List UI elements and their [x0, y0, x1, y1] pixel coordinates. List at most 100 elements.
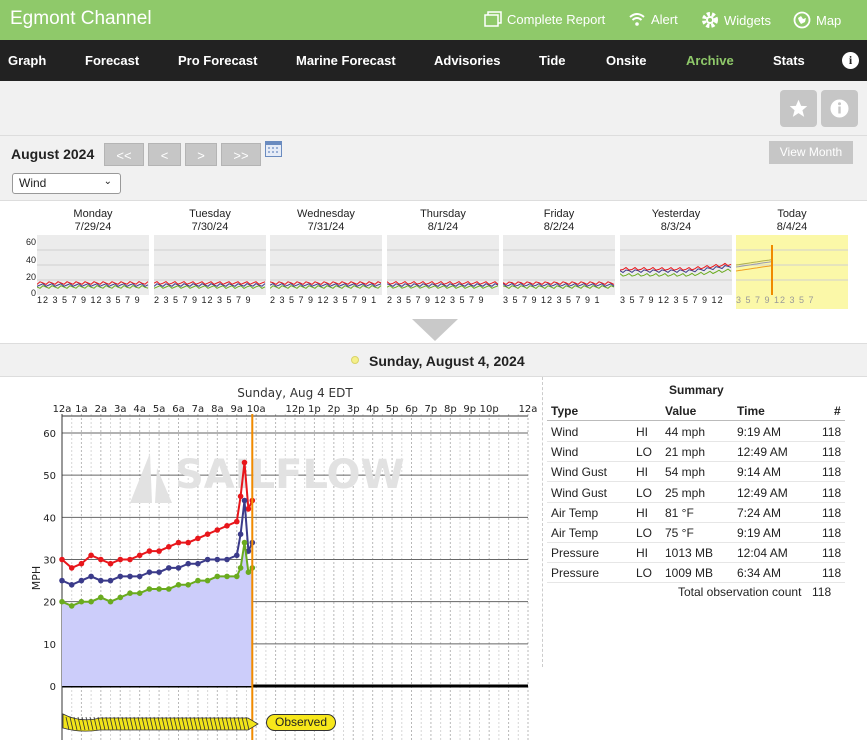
summary-cell-type: Wind — [551, 445, 579, 460]
nav-item-marine-forecast[interactable]: Marine Forecast — [296, 53, 396, 68]
selected-date: Sunday, August 4, 2024 — [369, 353, 525, 369]
summary-cell-hl: HI — [636, 425, 648, 439]
mini-y-tick: 40 — [26, 255, 37, 265]
data-point — [127, 590, 133, 596]
favorite-button[interactable] — [780, 90, 817, 127]
nav-info-icon[interactable]: i — [842, 52, 859, 69]
day-label-7[interactable]: Today 8/4/24 — [736, 208, 848, 234]
summary-cell-hl: HI — [636, 465, 648, 480]
prev-day-button[interactable]: < — [148, 143, 181, 166]
data-point — [156, 548, 162, 554]
data-point — [204, 531, 211, 537]
complete-report-link[interactable]: Complete Report — [484, 11, 605, 27]
summary-cell-value: 44 mph — [665, 425, 706, 439]
data-point — [234, 573, 240, 580]
data-point — [204, 577, 211, 584]
summary-cell-time: 7:24 AM — [737, 505, 782, 520]
summary-row: Wind HI 44 mph 9:19 AM 118 — [547, 422, 845, 442]
day-mini-chart[interactable] — [502, 235, 615, 295]
day-name: Monday — [73, 208, 113, 220]
day-mini-chart[interactable] — [269, 235, 382, 295]
x-tick-label: 12a — [53, 404, 72, 415]
info-button[interactable] — [821, 90, 858, 127]
nav-item-stats[interactable]: Stats — [773, 53, 805, 68]
data-point — [175, 582, 182, 588]
x-tick-label: 7p — [425, 404, 438, 415]
data-point — [166, 586, 172, 592]
day-label-1[interactable]: Monday 7/29/24 — [37, 208, 149, 234]
data-point — [117, 594, 124, 601]
x-tick-label: 5a — [153, 404, 166, 415]
summary-cell-time: 12:49 AM — [737, 445, 788, 460]
data-point — [78, 560, 85, 567]
day-date: 8/2/24 — [543, 221, 575, 233]
nav-item-pro-forecast[interactable]: Pro Forecast — [178, 53, 257, 68]
nav-item-graph[interactable]: Graph — [8, 53, 46, 68]
data-point — [59, 598, 65, 605]
day-hour-ticks: 3 5 7 9 12 3 5 7 — [736, 295, 848, 309]
x-tick-label: 6a — [172, 404, 185, 415]
data-point — [68, 603, 75, 609]
data-point — [98, 577, 104, 584]
variable-select-value: Wind — [19, 176, 47, 190]
day-label-5[interactable]: Friday 8/2/24 — [503, 208, 615, 234]
data-point — [136, 590, 143, 596]
summary-cell-n: 118 — [822, 425, 842, 439]
selected-day-pointer — [412, 319, 458, 341]
day-name: Thursday — [420, 208, 466, 220]
day-mini-chart[interactable] — [36, 235, 149, 295]
summary-total-label: Total observation count — [678, 585, 802, 599]
widgets-link[interactable]: Widgets — [701, 11, 771, 29]
nav-item-tide[interactable]: Tide — [539, 53, 566, 68]
variable-select[interactable]: Wind ⌄ — [12, 173, 121, 194]
day-label-4[interactable]: Thursday 8/1/24 — [387, 208, 499, 234]
x-tick-label: 5p — [386, 404, 399, 415]
view-month-button[interactable]: View Month — [769, 141, 853, 164]
data-point — [107, 598, 114, 605]
day-mini-chart[interactable] — [153, 235, 266, 295]
prev-month-button[interactable]: << — [104, 143, 144, 166]
x-tick-label: 6p — [405, 404, 418, 415]
nav-item-archive[interactable]: Archive — [686, 53, 734, 68]
alert-link[interactable]: Alert — [628, 11, 678, 27]
x-tick-label: 2p — [327, 404, 340, 415]
y-tick-label: 50 — [43, 471, 56, 482]
x-tick-label: 1p — [308, 404, 321, 415]
report-icon — [484, 11, 502, 27]
day-hour-ticks: 2 3 5 7 9 12 3 5 7 9 1 — [270, 295, 378, 305]
data-point — [98, 594, 104, 601]
data-point — [68, 582, 75, 588]
y-axis-label: MPH — [30, 566, 43, 590]
day-date: 8/4/24 — [776, 221, 808, 233]
calendar-icon[interactable] — [265, 141, 282, 157]
next-month-button[interactable]: >> — [221, 143, 261, 166]
summary-cell-n: 118 — [822, 485, 842, 500]
spot-title: Egmont Channel — [10, 8, 152, 29]
sail-icon — [155, 468, 172, 503]
day-label-3[interactable]: Wednesday 7/31/24 — [270, 208, 382, 234]
day-mini-chart[interactable] — [619, 235, 732, 295]
complete-report-label: Complete Report — [507, 11, 606, 27]
data-point — [136, 573, 143, 580]
data-point — [156, 569, 162, 575]
data-point — [185, 582, 191, 588]
day-mini-chart[interactable] — [386, 235, 499, 295]
data-point — [175, 565, 182, 571]
observed-badge: Observed — [266, 714, 336, 731]
nav-item-onsite[interactable]: Onsite — [606, 53, 646, 68]
next-day-button[interactable]: > — [185, 143, 217, 166]
summary-cell-n: 118 — [822, 546, 842, 561]
data-point — [156, 586, 162, 592]
nav-item-advisories[interactable]: Advisories — [434, 53, 500, 68]
day-label-2[interactable]: Tuesday 7/30/24 — [154, 208, 266, 234]
nav-item-forecast[interactable]: Forecast — [85, 53, 139, 68]
day-mini-chart[interactable] — [735, 235, 848, 295]
data-point — [127, 573, 133, 580]
data-point — [59, 556, 65, 563]
mini-y-tick: 20 — [26, 272, 37, 282]
day-label-6[interactable]: Yesterday 8/3/24 — [620, 208, 732, 234]
y-tick-label: 0 — [50, 682, 56, 693]
map-icon — [793, 11, 811, 29]
summary-cell-type: Wind Gust — [551, 485, 608, 500]
map-link[interactable]: Map — [793, 11, 841, 29]
